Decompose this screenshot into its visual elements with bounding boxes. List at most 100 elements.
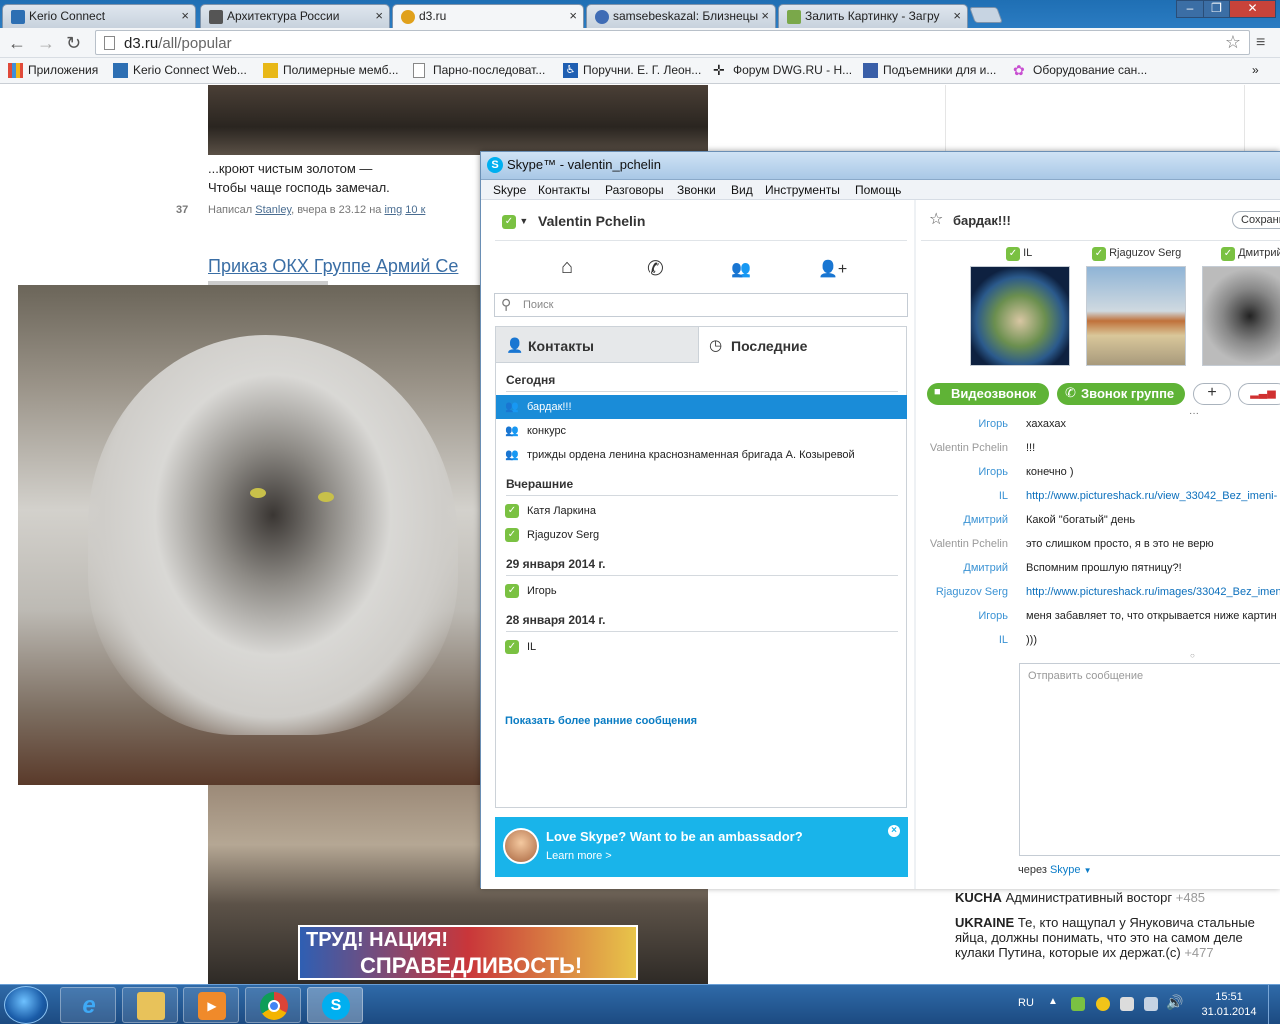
favorite-star-icon[interactable]: ☆ xyxy=(929,209,943,229)
taskbar-explorer[interactable] xyxy=(122,987,178,1023)
bookmark-kerio[interactable]: Kerio Connect Web... xyxy=(113,63,247,78)
message-author[interactable]: Valentin Pchelin xyxy=(916,538,1008,550)
avatar-rjaguzov[interactable] xyxy=(1086,266,1186,366)
tab-contacts[interactable]: 👤 Контакты xyxy=(495,326,699,363)
menu-view[interactable]: Вид xyxy=(731,183,753,197)
bookmark-handrails[interactable]: ♿ Поручни. Е. Г. Леон... xyxy=(563,63,701,78)
start-button[interactable] xyxy=(4,986,48,1024)
more-bookmarks-icon[interactable]: » xyxy=(1252,63,1259,77)
message-author[interactable]: Дмитрий xyxy=(916,562,1008,574)
more-options-icon[interactable]: ··· xyxy=(1189,408,1199,419)
message-input[interactable]: Отправить сообщение xyxy=(1019,663,1280,856)
skype-title-bar[interactable]: S Skype™ - valentin_pchelin xyxy=(481,152,1280,180)
avatar-il[interactable] xyxy=(970,266,1070,366)
sidebar-entry[interactable]: UKRAINE Те, кто нащупал у Януковича стал… xyxy=(955,915,1255,960)
menu-help[interactable]: Помощь xyxy=(855,183,901,197)
bookmark-star-icon[interactable]: ☆ xyxy=(1225,32,1241,53)
list-item[interactable]: ✓ Rjaguzov Serg xyxy=(496,523,907,547)
show-desktop-button[interactable] xyxy=(1268,985,1280,1024)
menu-tools[interactable]: Инструменты xyxy=(765,183,840,197)
list-item[interactable]: 👥 бардак!!! xyxy=(496,395,907,419)
ambassador-banner[interactable]: Love Skype? Want to be an ambassador? Le… xyxy=(495,817,908,877)
show-hidden-icons[interactable]: ▲ xyxy=(1048,996,1058,1007)
language-indicator[interactable]: RU xyxy=(1018,997,1034,1009)
post-title-link[interactable]: Приказ ОКХ Группе Армий Се xyxy=(208,256,458,277)
learn-more-link[interactable]: Learn more > xyxy=(546,850,612,862)
list-item[interactable]: ✓ Игорь xyxy=(496,579,907,603)
bookmark-parno[interactable]: Парно-последоват... xyxy=(413,63,545,78)
forward-arrow-icon[interactable]: → xyxy=(37,33,55,54)
add-contact-icon[interactable]: 👤+ xyxy=(818,259,847,279)
tab-architecture[interactable]: Архитектура России × xyxy=(200,4,390,28)
show-earlier-messages-link[interactable]: Показать более ранние сообщения xyxy=(505,715,697,727)
menu-conversations[interactable]: Разговоры xyxy=(605,183,664,197)
taskbar-media-player[interactable]: ▶ xyxy=(183,987,239,1023)
comments-link[interactable]: 10 к xyxy=(405,204,425,216)
reload-icon[interactable]: ↻ xyxy=(66,33,81,54)
maximize-button[interactable]: ❐ xyxy=(1203,0,1230,18)
participant-dmitry[interactable]: ✓ Дмитрий xyxy=(1221,247,1280,261)
taskbar-chrome[interactable] xyxy=(245,987,301,1023)
menu-skype[interactable]: Skype xyxy=(493,183,526,197)
close-icon[interactable]: × xyxy=(761,8,769,23)
minimize-button[interactable]: – xyxy=(1176,0,1204,18)
menu-calls[interactable]: Звонки xyxy=(677,183,716,197)
action-center-icon[interactable] xyxy=(1120,997,1134,1011)
resize-handle-icon[interactable]: ○ xyxy=(1190,651,1195,660)
participant-il[interactable]: ✓ IL xyxy=(1006,247,1032,261)
send-via-selector[interactable]: через Skype ▼ xyxy=(1018,864,1092,876)
message-link[interactable]: http://www.pictureshack.ru/images/33042_… xyxy=(1026,586,1280,598)
tab-d3[interactable]: d3.ru × xyxy=(392,4,584,29)
video-call-button[interactable]: ■ Видеозвонок xyxy=(927,383,1049,405)
list-item[interactable]: ✓ Катя Ларкина xyxy=(496,499,907,523)
message-author[interactable]: Valentin Pchelin xyxy=(916,442,1008,454)
list-item[interactable]: 👥 трижды ордена ленина краснознаменная б… xyxy=(496,443,907,467)
close-icon[interactable]: × xyxy=(375,8,383,23)
add-participant-button[interactable]: + xyxy=(1193,383,1231,405)
message-author[interactable]: Дмитрий xyxy=(916,514,1008,526)
site-link[interactable]: img xyxy=(384,204,402,216)
message-author[interactable]: IL xyxy=(916,634,1008,646)
list-item[interactable]: 👥 конкурс xyxy=(496,419,907,443)
phone-icon[interactable]: ✆ xyxy=(647,256,664,281)
message-author[interactable]: IL xyxy=(916,490,1008,502)
bookmark-equipment[interactable]: ✿ Оборудование сан... xyxy=(1013,63,1147,77)
skype-status-tray-icon[interactable] xyxy=(1071,997,1085,1011)
group-call-button[interactable]: ✆ Звонок группе xyxy=(1057,383,1185,405)
message-author[interactable]: Rjaguzov Serg xyxy=(916,586,1008,598)
system-clock[interactable]: 15:51 31.01.2014 xyxy=(1194,990,1264,1020)
message-author[interactable]: Игорь xyxy=(916,610,1008,622)
tab-samsebeskazal[interactable]: samsebeskazal: Близнецы × xyxy=(586,4,776,28)
menu-icon[interactable]: ≡ xyxy=(1256,34,1265,52)
close-window-button[interactable]: ✕ xyxy=(1229,0,1276,18)
tab-kerio-connect[interactable]: Kerio Connect × xyxy=(2,4,196,28)
avatar-dmitry[interactable] xyxy=(1202,266,1280,366)
back-arrow-icon[interactable]: ← xyxy=(8,33,26,54)
display-tray-icon[interactable] xyxy=(1144,997,1158,1011)
bookmark-polymer[interactable]: Полимерные мемб... xyxy=(263,63,399,78)
home-icon[interactable]: ⌂ xyxy=(561,256,573,279)
profile-name[interactable]: Valentin Pchelin xyxy=(538,213,645,229)
close-icon[interactable]: × xyxy=(888,825,900,837)
save-button[interactable]: Сохрани xyxy=(1232,211,1280,229)
bookmark-dwg[interactable]: ✛ Форум DWG.RU - Н... xyxy=(713,63,852,77)
author-link[interactable]: Stanley xyxy=(255,204,291,216)
bookmark-lifts[interactable]: Подъемники для и... xyxy=(863,63,996,78)
message-author[interactable]: Игорь xyxy=(916,418,1008,430)
volume-icon[interactable]: 🔊 xyxy=(1166,994,1183,1011)
new-tab-button[interactable] xyxy=(969,7,1003,23)
close-icon[interactable]: × xyxy=(181,8,189,23)
taskbar-skype[interactable]: S xyxy=(307,987,363,1023)
create-group-icon[interactable]: 👥 xyxy=(731,259,751,279)
menu-contacts[interactable]: Контакты xyxy=(538,183,590,197)
bookmark-apps[interactable]: Приложения xyxy=(8,63,98,78)
search-input[interactable]: ⚲ Поиск xyxy=(494,293,908,317)
call-quality-icon[interactable]: ▂▃▅ xyxy=(1238,383,1280,405)
message-author[interactable]: Игорь xyxy=(916,466,1008,478)
tab-upload-picture[interactable]: Залить Картинку - Загру × xyxy=(778,4,968,28)
sidebar-entry[interactable]: KUCHA Административный восторг +485 xyxy=(955,890,1255,905)
status-selector[interactable]: ✓ ▼ xyxy=(502,213,528,229)
close-icon[interactable]: × xyxy=(569,8,577,23)
address-bar[interactable]: d3.ru/all/popular ☆ xyxy=(95,30,1250,55)
close-icon[interactable]: × xyxy=(953,8,961,23)
